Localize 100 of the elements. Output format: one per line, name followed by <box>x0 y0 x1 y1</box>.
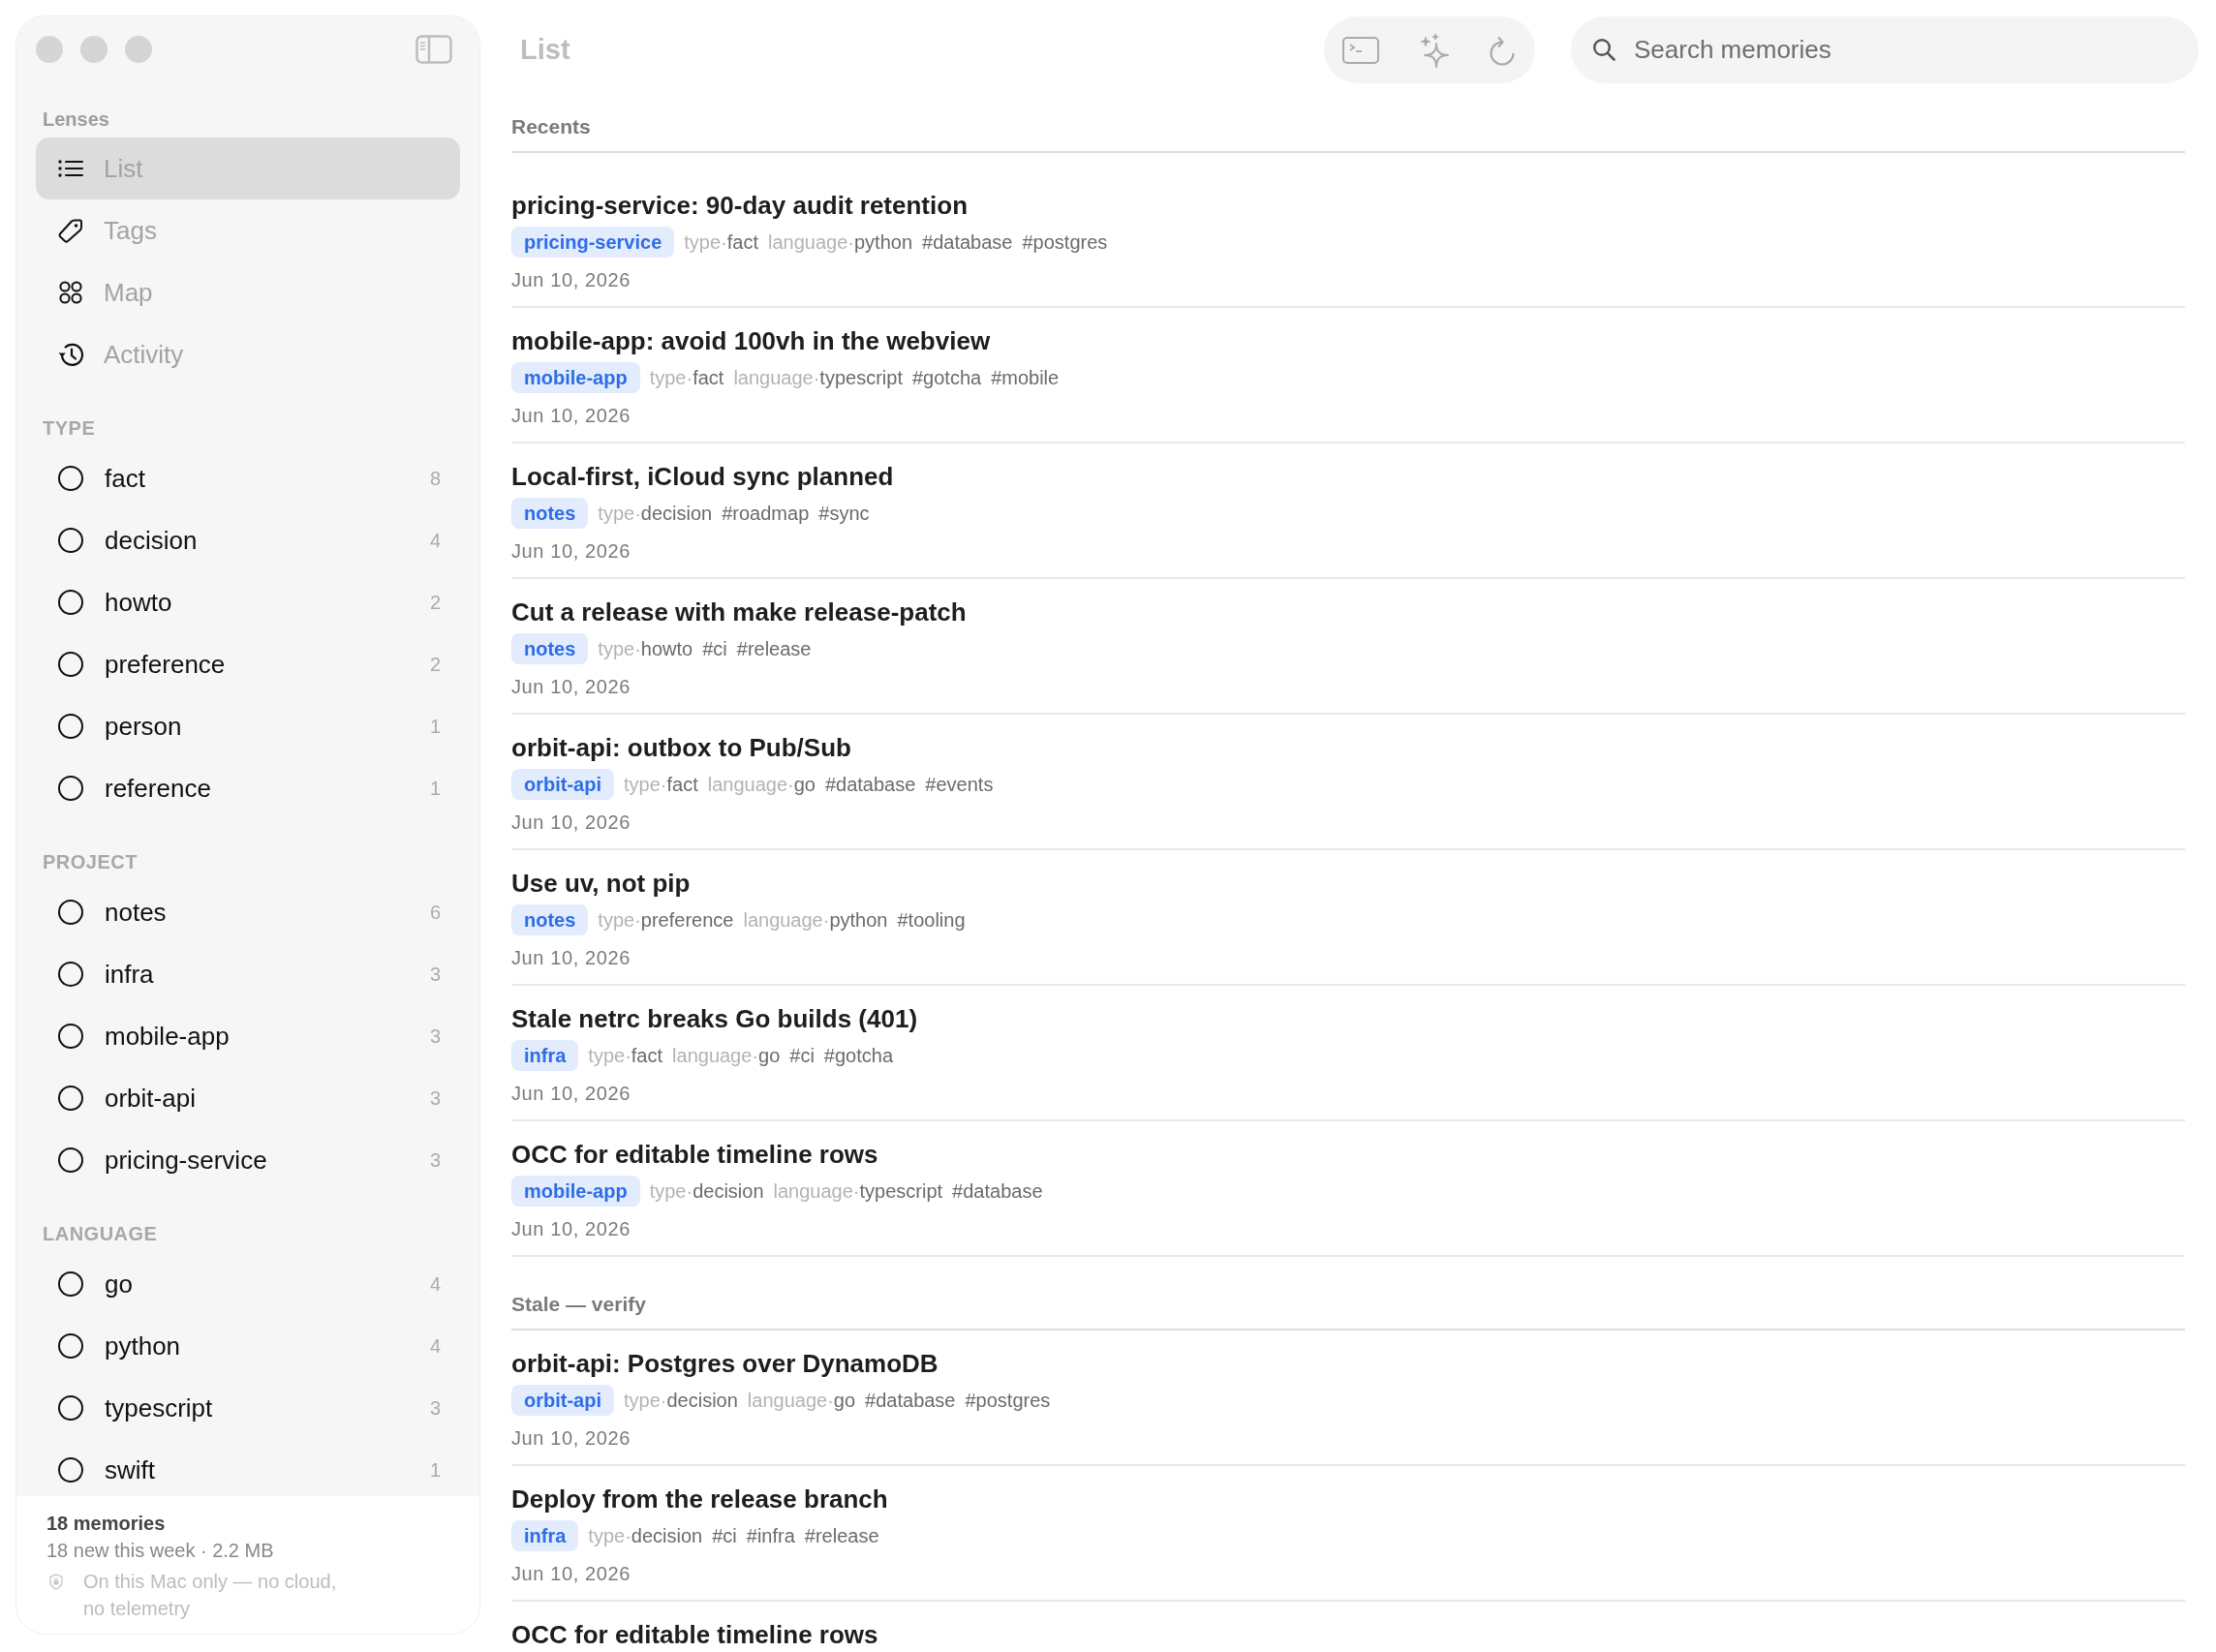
memory-count: 18 memories <box>46 1512 166 1536</box>
filter-item[interactable]: howto 2 <box>36 571 460 633</box>
filter-item[interactable]: orbit-api 3 <box>36 1067 460 1129</box>
hashtag: #postgres <box>1022 230 1108 254</box>
hashtag: #database <box>922 230 1013 254</box>
hashtag: #ci <box>712 1524 737 1547</box>
meta-field: language·go <box>747 1389 856 1412</box>
memory-title: orbit-api: Postgres over DynamoDB <box>511 1348 939 1379</box>
project-chip: mobile-app <box>511 1176 640 1207</box>
hashtag: #ci <box>702 637 727 660</box>
meta-field: type·preference <box>598 908 734 932</box>
hashtag: #tooling <box>897 908 966 932</box>
list-icon <box>58 159 83 178</box>
project-chip: pricing-service <box>511 227 675 258</box>
memory-date: Jun 10, 2026 <box>511 404 631 428</box>
filter-item[interactable]: mobile-app 3 <box>36 1005 460 1067</box>
item-count: 4 <box>429 1272 441 1296</box>
meta-field: type·fact <box>588 1044 663 1067</box>
hashtag: #ci <box>789 1044 815 1067</box>
filter-item[interactable]: reference 1 <box>36 757 460 819</box>
zoom-button[interactable] <box>125 36 152 63</box>
hashtag: #database <box>865 1389 956 1412</box>
filter-item[interactable]: preference 2 <box>36 633 460 695</box>
hashtag: #gotcha <box>823 1044 894 1067</box>
project-chip: orbit-api <box>511 1385 614 1416</box>
item-count: 2 <box>429 591 441 614</box>
meta-field: type·decision <box>588 1524 703 1547</box>
meta-field: language·go <box>707 773 816 796</box>
meta-field: type·fact <box>684 230 758 254</box>
hashtag: #release <box>736 637 812 660</box>
memory-date: Jun 10, 2026 <box>511 268 631 292</box>
meta-field: type·fact <box>649 366 724 389</box>
item-count: 4 <box>429 1334 441 1358</box>
item-count: 1 <box>429 777 441 800</box>
meta-field: type·decision <box>649 1179 764 1203</box>
project-chip: notes <box>511 633 589 664</box>
meta-field: language·typescript <box>773 1179 943 1203</box>
project-chip: notes <box>511 498 589 529</box>
memory-date: Jun 10, 2026 <box>511 675 631 699</box>
filter-item[interactable]: fact 8 <box>36 447 460 509</box>
privacy-note: On this Mac only — no cloud, no telemetry <box>83 1570 338 1621</box>
project-chip: infra <box>511 1520 579 1551</box>
hashtag: #sync <box>818 502 870 525</box>
item-count: 3 <box>429 1148 441 1172</box>
meta-field: type·decision <box>598 502 713 525</box>
memory-date: Jun 10, 2026 <box>511 946 631 970</box>
meta-field: type·decision <box>624 1389 738 1412</box>
grid-circles-icon <box>59 281 82 304</box>
memory-date: Jun 10, 2026 <box>511 811 631 835</box>
filter-item[interactable]: person 1 <box>36 695 460 757</box>
memory-title: mobile-app: avoid 100vh in the webview <box>511 325 991 356</box>
sidebar-heading: PROJECT <box>42 850 138 873</box>
section-heading: Recents <box>511 114 591 139</box>
hashtag: #mobile <box>991 366 1060 389</box>
filter-item[interactable]: infra 3 <box>36 943 460 1005</box>
hashtag: #database <box>824 773 916 796</box>
filter-item[interactable]: pricing-service 3 <box>36 1129 460 1191</box>
memory-title: Cut a release with make release-patch <box>511 597 967 627</box>
item-count: 1 <box>429 715 441 738</box>
search-field[interactable]: Search memories <box>1571 16 2199 83</box>
shield-icon <box>49 1574 63 1590</box>
sidebar-toggle-icon[interactable] <box>416 35 452 64</box>
memory-title: Use uv, not pip <box>511 868 691 899</box>
memory-date: Jun 10, 2026 <box>511 1082 631 1106</box>
item-count: 8 <box>429 467 441 490</box>
project-chip: mobile-app <box>511 362 640 393</box>
filter-item[interactable]: typescript 3 <box>36 1377 460 1439</box>
filter-item[interactable]: notes 6 <box>36 881 460 943</box>
hashtag: #roadmap <box>722 502 810 525</box>
memory-title: Stale netrc breaks Go builds (401) <box>511 1003 918 1034</box>
item-count: 3 <box>429 1396 441 1420</box>
memory-date: Jun 10, 2026 <box>511 1217 631 1241</box>
sidebar-heading: TYPE <box>42 416 97 440</box>
filter-item[interactable]: swift 1 <box>36 1439 460 1496</box>
item-count: 6 <box>429 901 441 924</box>
filter-item[interactable]: python 4 <box>36 1315 460 1377</box>
filter-item[interactable]: go 4 <box>36 1253 460 1315</box>
terminal-icon[interactable] <box>1342 36 1379 64</box>
meta-field: language·go <box>672 1044 781 1067</box>
minimize-button[interactable] <box>80 36 108 63</box>
meta-field: type·howto <box>598 637 693 660</box>
memory-title: pricing-service: 90-day audit retention <box>511 190 968 221</box>
meta-field: language·python <box>743 908 888 932</box>
history-icon <box>57 341 84 368</box>
refresh-icon[interactable] <box>1488 34 1517 66</box>
item-count: 1 <box>429 1458 441 1482</box>
meta-field: language·typescript <box>733 366 903 389</box>
memory-title: Deploy from the release branch <box>511 1484 888 1514</box>
filter-item[interactable]: decision 4 <box>36 509 460 571</box>
sidebar-heading: Lenses <box>42 107 110 131</box>
close-button[interactable] <box>36 36 63 63</box>
item-count: 3 <box>429 1025 441 1048</box>
memory-date: Jun 10, 2026 <box>511 1426 631 1451</box>
search-icon <box>1592 38 1616 61</box>
hashtag: #database <box>952 1179 1043 1203</box>
hashtag: #events <box>925 773 994 796</box>
memory-date: Jun 10, 2026 <box>511 1562 631 1586</box>
memory-title: OCC for editable timeline rows <box>511 1139 878 1170</box>
project-chip: orbit-api <box>511 769 614 800</box>
project-chip: infra <box>511 1040 579 1071</box>
